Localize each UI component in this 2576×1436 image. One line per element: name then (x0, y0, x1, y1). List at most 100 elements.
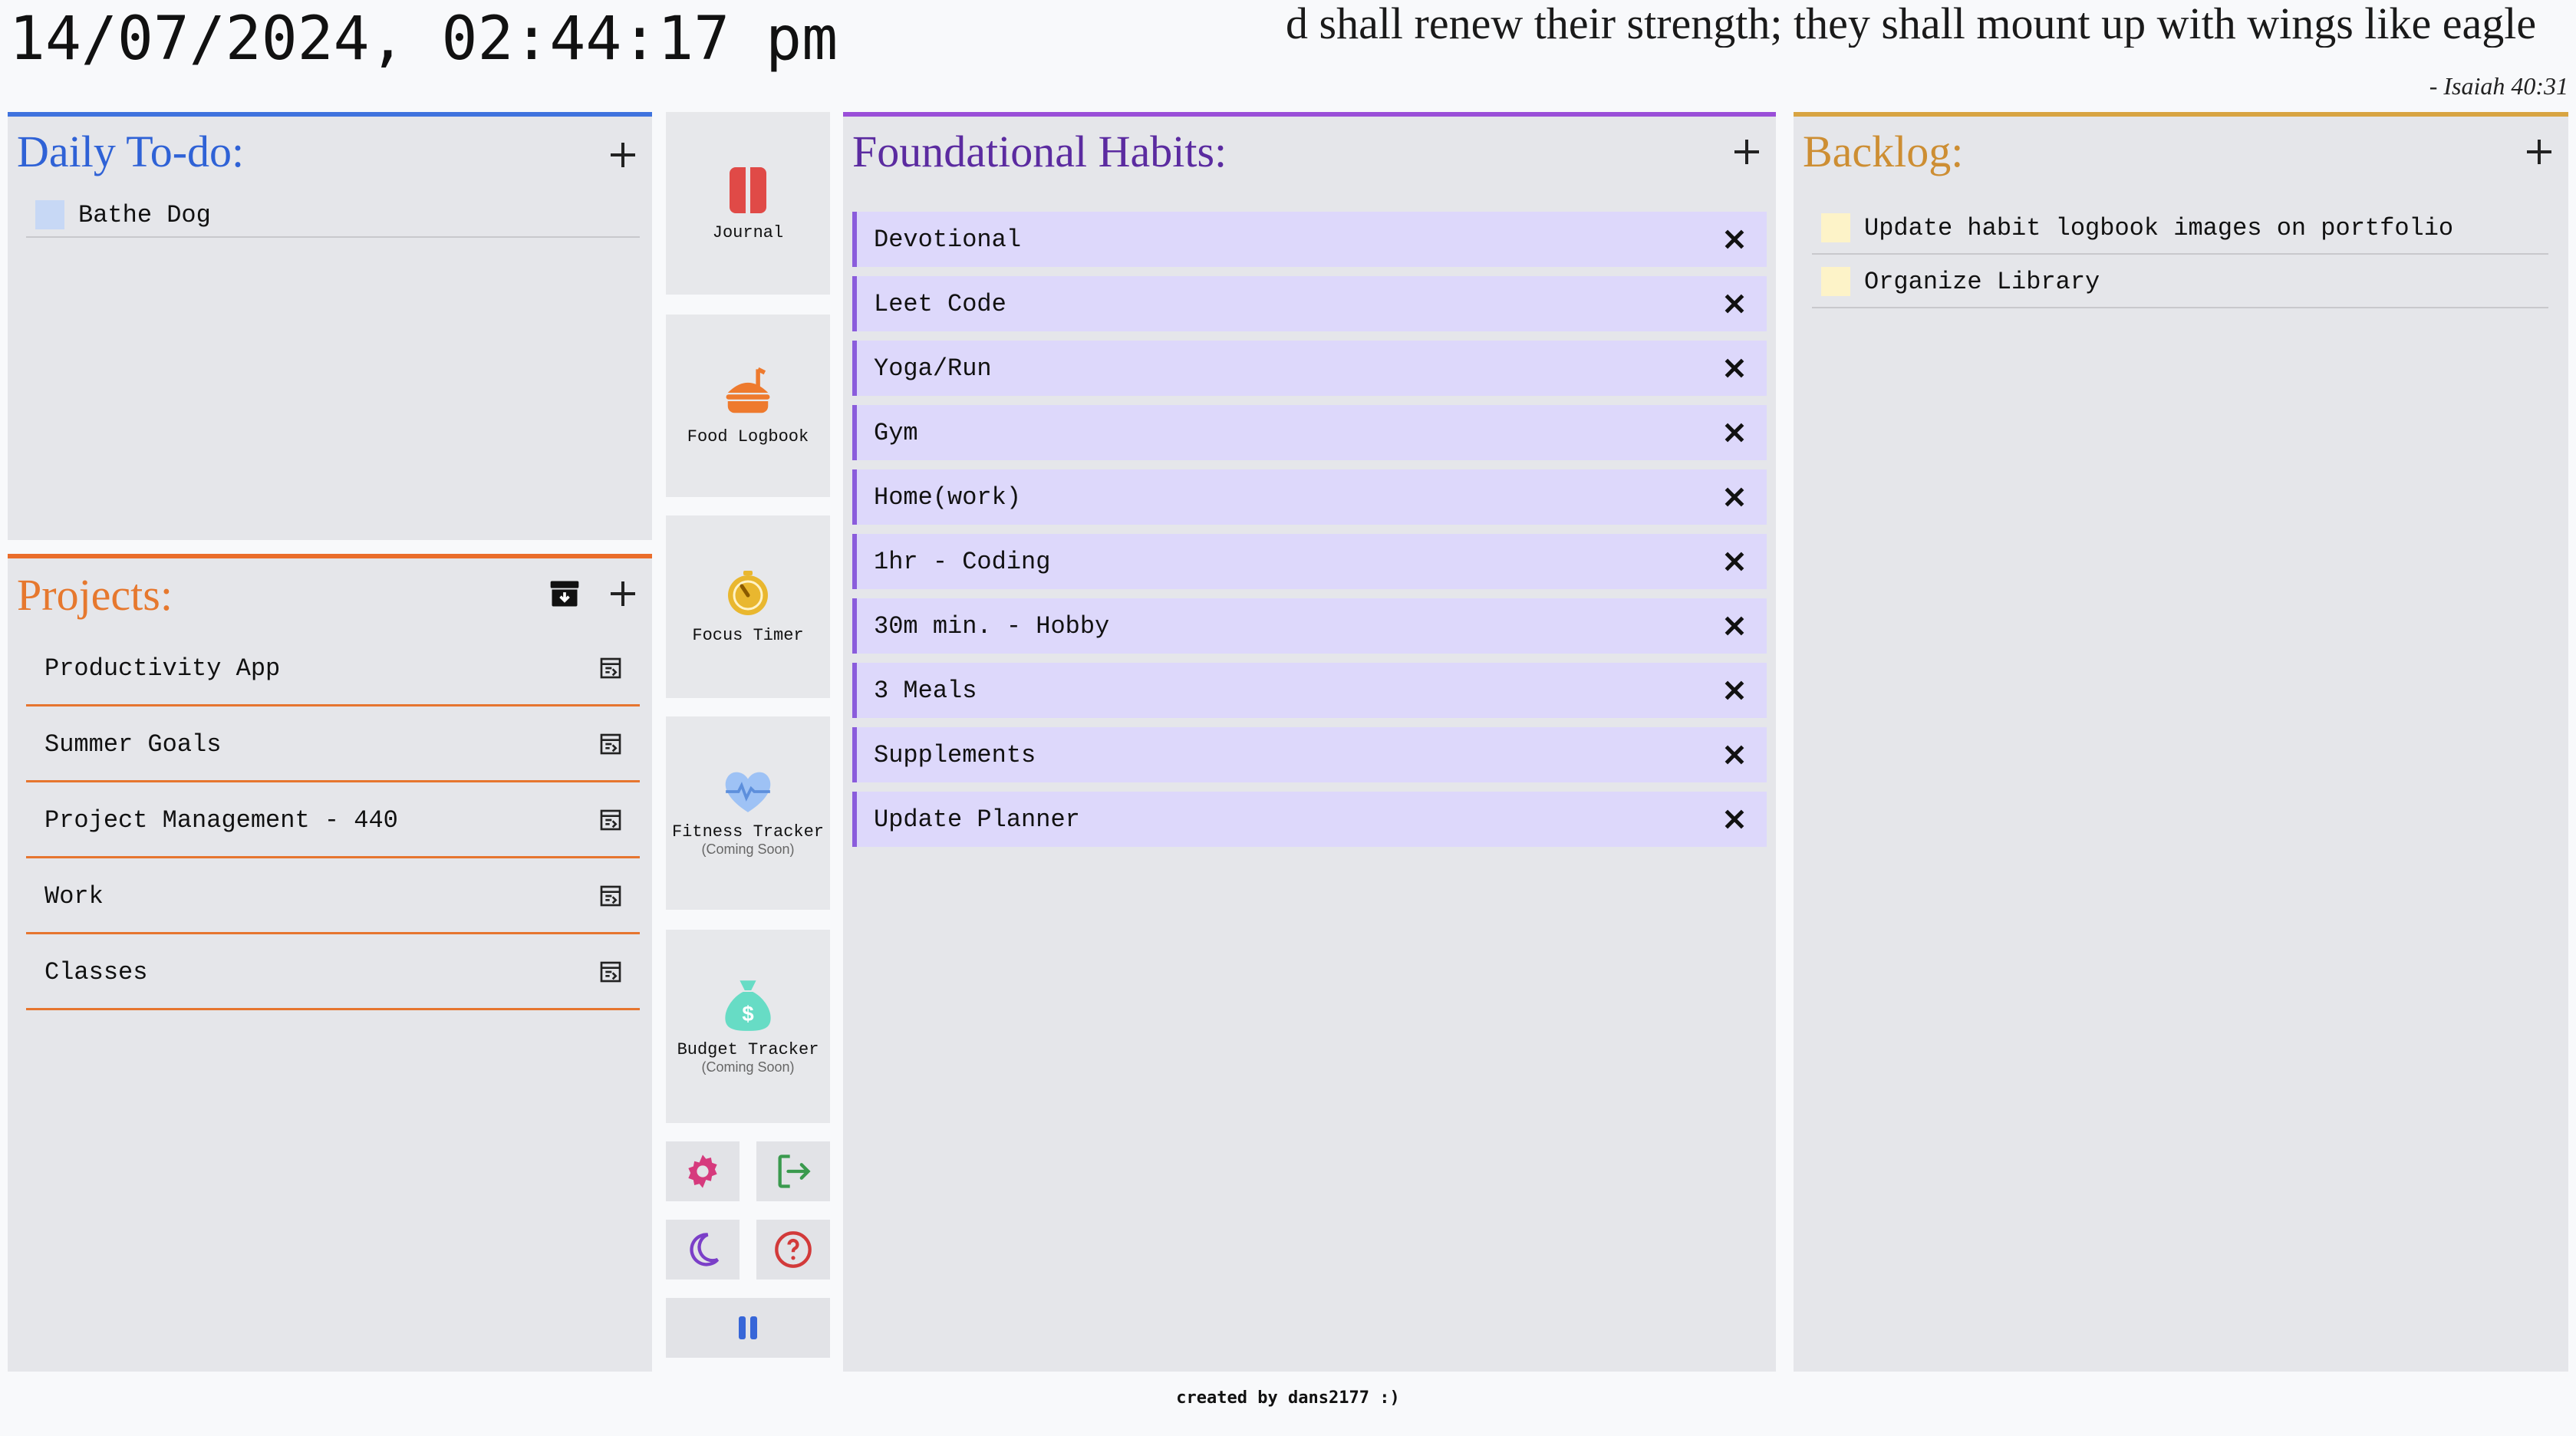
food-logbook-button[interactable]: Food Logbook (666, 315, 830, 497)
backlog-item[interactable]: Update habit logbook images on portfolio (1812, 203, 2548, 255)
open-project-icon[interactable] (598, 808, 623, 832)
habit-label: Update Planner (874, 805, 1080, 834)
project-row[interactable]: Summer Goals (26, 708, 640, 782)
remove-habit-icon[interactable] (1718, 802, 1751, 836)
habit-label: Devotional (874, 225, 1022, 254)
timer-icon (728, 570, 768, 615)
project-label: Summer Goals (44, 730, 222, 759)
food-logbook-label: Food Logbook (687, 427, 809, 446)
project-label: Project Management - 440 (44, 805, 398, 835)
verse-text: d shall renew their strength; they shall… (1286, 0, 2537, 48)
backlog-item[interactable]: Organize Library (1812, 256, 2548, 308)
habit-label: Home(work) (874, 483, 1022, 512)
journal-button[interactable]: Journal (666, 112, 830, 295)
habit-label: 1hr - Coding (874, 547, 1051, 576)
projects-panel: Projects: Productivity App Summer Goals … (8, 554, 652, 1372)
footer-credit: created by dans2177 :) (1176, 1388, 1400, 1408)
foundational-habits-panel: Foundational Habits: Devotional Leet Cod… (843, 112, 1776, 1372)
habit-item[interactable]: Devotional (852, 212, 1767, 267)
project-row[interactable]: Productivity App (26, 632, 640, 706)
date-time-clock: 14/07/2024, 02:44:17 pm (9, 5, 838, 74)
remove-habit-icon[interactable] (1718, 416, 1751, 450)
habit-item[interactable]: Update Planner (852, 792, 1767, 847)
habit-item[interactable]: Yoga/Run (852, 341, 1767, 396)
project-label: Productivity App (44, 654, 281, 683)
backlog-panel: Backlog: Update habit logbook images on … (1794, 112, 2568, 1372)
budget-coming-soon: (Coming Soon) (701, 1059, 795, 1075)
backlog-checkbox[interactable] (1821, 213, 1850, 242)
open-project-icon[interactable] (598, 656, 623, 680)
heart-pulse-icon (725, 772, 771, 812)
focus-timer-button[interactable]: Focus Timer (666, 515, 830, 698)
habit-item[interactable]: Gym (852, 405, 1767, 460)
habits-title: Foundational Habits: (852, 127, 1227, 176)
backlog-title: Backlog: (1803, 127, 1964, 176)
remove-habit-icon[interactable] (1718, 674, 1751, 707)
project-label: Work (44, 881, 104, 911)
open-project-icon[interactable] (598, 732, 623, 756)
fitness-tracker-button[interactable]: Fitness Tracker (Coming Soon) (666, 716, 830, 910)
open-project-icon[interactable] (598, 960, 623, 984)
habit-label: Gym (874, 418, 918, 447)
add-project-button[interactable] (608, 578, 638, 609)
habit-item[interactable]: 3 Meals (852, 663, 1767, 718)
journal-label: Journal (712, 222, 784, 242)
gear-icon (688, 1154, 717, 1188)
backlog-item-label: Organize Library (1864, 267, 2100, 296)
todo-checkbox[interactable] (35, 200, 64, 229)
remove-habit-icon[interactable] (1718, 480, 1751, 514)
remove-habit-icon[interactable] (1718, 609, 1751, 643)
verse-reference: - Isaiah 40:31 (2429, 72, 2568, 100)
verse-marquee: d shall renew their strength; they shall… (1286, 0, 2568, 48)
budget-tracker-label: Budget Tracker (677, 1040, 819, 1059)
todo-item[interactable]: Bathe Dog (26, 193, 640, 238)
settings-button[interactable] (666, 1141, 740, 1201)
add-habit-button[interactable] (1731, 137, 1762, 167)
budget-tracker-button[interactable]: $ Budget Tracker (Coming Soon) (666, 930, 830, 1123)
fitness-tracker-label: Fitness Tracker (671, 822, 825, 842)
theme-toggle-button[interactable] (666, 1220, 740, 1280)
remove-habit-icon[interactable] (1718, 287, 1751, 321)
backlog-checkbox[interactable] (1821, 267, 1850, 296)
remove-habit-icon[interactable] (1718, 351, 1751, 385)
project-label: Classes (44, 957, 148, 986)
fitness-coming-soon: (Coming Soon) (701, 842, 795, 857)
open-project-icon[interactable] (598, 884, 623, 908)
project-row[interactable]: Classes (26, 936, 640, 1010)
remove-habit-icon[interactable] (1718, 545, 1751, 578)
remove-habit-icon[interactable] (1718, 222, 1751, 256)
moon-icon (690, 1233, 720, 1266)
logout-button[interactable] (756, 1141, 830, 1201)
archive-icon[interactable] (548, 577, 581, 611)
remove-habit-icon[interactable] (1718, 738, 1751, 772)
add-todo-button[interactable] (608, 140, 638, 170)
focus-timer-label: Focus Timer (692, 625, 804, 645)
food-icon (726, 367, 770, 413)
habit-item[interactable]: 1hr - Coding (852, 534, 1767, 589)
habit-label: 3 Meals (874, 676, 977, 705)
habit-label: Supplements (874, 740, 1036, 769)
projects-title: Projects: (17, 570, 173, 620)
habit-label: Leet Code (874, 289, 1006, 318)
pause-button[interactable] (666, 1298, 830, 1358)
money-bag-icon: $ (725, 980, 771, 1031)
project-row[interactable]: Project Management - 440 (26, 784, 640, 858)
project-row[interactable]: Work (26, 860, 640, 934)
habit-item[interactable]: Leet Code (852, 276, 1767, 331)
help-button[interactable] (756, 1220, 830, 1280)
pause-icon (739, 1316, 757, 1339)
daily-todo-title: Daily To-do: (17, 127, 245, 176)
book-icon (730, 166, 766, 213)
svg-text:$: $ (742, 1002, 753, 1026)
backlog-item-label: Update habit logbook images on portfolio (1864, 213, 2454, 242)
todo-item-label: Bathe Dog (78, 200, 211, 229)
habit-item[interactable]: Home(work) (852, 469, 1767, 525)
habit-label: 30m min. - Hobby (874, 611, 1110, 641)
habit-item[interactable]: Supplements (852, 727, 1767, 782)
daily-todo-panel: Daily To-do: Bathe Dog (8, 112, 652, 540)
habit-label: Yoga/Run (874, 354, 992, 383)
help-icon (775, 1231, 812, 1268)
add-backlog-button[interactable] (2524, 137, 2555, 167)
logout-icon (778, 1154, 811, 1188)
habit-item[interactable]: 30m min. - Hobby (852, 598, 1767, 654)
